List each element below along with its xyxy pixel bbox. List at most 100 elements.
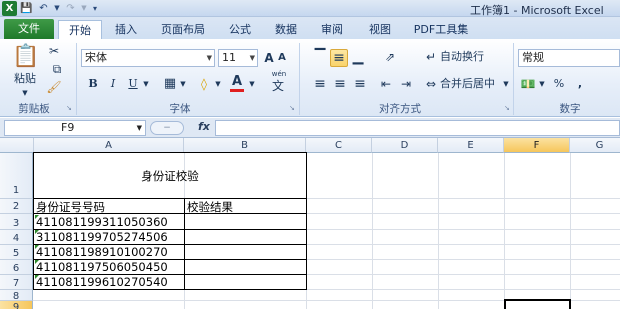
column-header-b[interactable]: B xyxy=(184,138,306,153)
wrap-text-button[interactable]: 自动换行 xyxy=(440,49,496,65)
tab-file[interactable]: 文件 xyxy=(4,19,54,39)
tab-data[interactable]: 数据 xyxy=(268,20,304,39)
chevron-down-icon[interactable]: ▼ xyxy=(141,76,151,92)
wrap-text-icon[interactable]: ↵ xyxy=(424,49,438,65)
active-cell-f9[interactable] xyxy=(504,299,571,309)
row-header-4[interactable]: 4 xyxy=(0,230,33,245)
error-indicator-icon[interactable] xyxy=(35,245,39,249)
align-top-icon[interactable]: ▔ xyxy=(312,49,328,65)
id-cell[interactable]: 411081199311050360 xyxy=(36,215,168,229)
shrink-font-button[interactable]: A xyxy=(276,50,288,66)
row-header-7[interactable]: 7 xyxy=(0,275,33,290)
orientation-icon[interactable]: ⇗ xyxy=(380,49,400,65)
formula-input[interactable] xyxy=(215,120,620,136)
comma-button[interactable]: , xyxy=(574,76,586,92)
tab-insert[interactable]: 插入 xyxy=(108,20,144,39)
borders-icon[interactable]: ▦ xyxy=(162,76,178,92)
number-format-select[interactable]: 常规 xyxy=(518,49,620,67)
chevron-down-icon[interactable]: ▼ xyxy=(18,85,32,101)
id-cell[interactable]: 311081199705274506 xyxy=(36,230,168,244)
row-header-9[interactable]: 9 xyxy=(0,301,33,309)
alignment-launcher-icon[interactable]: ↘ xyxy=(504,104,510,112)
insert-function-button[interactable]: fx xyxy=(198,120,210,133)
chevron-down-icon[interactable]: ▼ xyxy=(247,76,257,92)
fill-color-icon[interactable]: ◊ xyxy=(196,76,212,92)
percent-button[interactable]: % xyxy=(552,76,566,92)
undo-icon[interactable]: ↶ xyxy=(36,1,51,16)
italic-button[interactable]: I xyxy=(106,76,120,92)
row-header-5[interactable]: 5 xyxy=(0,245,33,260)
merge-center-button[interactable]: 合并后居中 xyxy=(440,76,504,92)
align-center-icon[interactable]: ≡ xyxy=(332,76,348,92)
currency-icon[interactable]: 💵 xyxy=(520,76,536,92)
row-header-8[interactable]: 8 xyxy=(0,290,33,302)
id-cell[interactable]: 411081198910100270 xyxy=(36,245,168,259)
id-cell[interactable]: 411081197506050450 xyxy=(36,260,168,274)
save-icon[interactable]: 💾 xyxy=(19,1,34,16)
underline-button[interactable]: U xyxy=(126,76,140,92)
chevron-down-icon[interactable]: ▼ xyxy=(80,1,88,16)
header-id-number[interactable]: 身份证号号码 xyxy=(36,199,105,215)
tab-review[interactable]: 审阅 xyxy=(314,20,350,39)
row-header-1[interactable]: 1 xyxy=(0,153,33,199)
row-header-6[interactable]: 6 xyxy=(0,260,33,275)
align-middle-icon[interactable]: ≡ xyxy=(330,49,348,67)
chevron-down-icon[interactable]: ▼ xyxy=(207,50,212,66)
select-all-corner[interactable] xyxy=(0,138,34,153)
font-size-select[interactable]: 11 ▼ xyxy=(218,49,258,67)
chevron-down-icon[interactable]: ▼ xyxy=(213,76,223,92)
paste-icon[interactable]: 📋 xyxy=(12,43,39,71)
merge-center-icon[interactable]: ⇔ xyxy=(424,76,438,92)
table-title[interactable]: 身份证校验 xyxy=(34,168,306,184)
customize-qat-icon[interactable]: ▾ xyxy=(90,1,100,16)
id-cell[interactable]: 411081199610270540 xyxy=(36,275,168,289)
clipboard-launcher-icon[interactable]: ↘ xyxy=(66,104,72,112)
chevron-down-icon[interactable]: ▼ xyxy=(178,76,188,92)
copy-icon[interactable]: ⧉ xyxy=(46,61,68,77)
chevron-down-icon[interactable]: ▼ xyxy=(53,1,61,16)
font-launcher-icon[interactable]: ↘ xyxy=(289,104,295,112)
column-header-e[interactable]: E xyxy=(438,138,504,153)
align-right-icon[interactable]: ≡ xyxy=(352,76,368,92)
grid-line xyxy=(372,153,373,309)
font-name-select[interactable]: 宋体 ▼ xyxy=(81,49,215,67)
error-indicator-icon[interactable] xyxy=(35,215,39,219)
chevron-down-icon[interactable]: ▼ xyxy=(137,121,142,135)
number-format-value: 常规 xyxy=(522,51,544,64)
cut-icon[interactable]: ✂ xyxy=(46,43,62,59)
grow-font-button[interactable]: A xyxy=(262,50,276,66)
error-indicator-icon[interactable] xyxy=(35,230,39,234)
header-check-result[interactable]: 校验结果 xyxy=(187,199,233,215)
error-indicator-icon[interactable] xyxy=(35,275,39,279)
tab-pdf-tools[interactable]: PDF工具集 xyxy=(408,20,474,39)
chevron-down-icon[interactable]: ▼ xyxy=(501,76,511,92)
font-group-label: 字体 xyxy=(169,103,191,115)
tab-page-layout[interactable]: 页面布局 xyxy=(152,20,214,39)
tab-home[interactable]: 开始 xyxy=(58,20,102,39)
zoom-slider-icon[interactable]: − xyxy=(150,121,184,135)
chevron-down-icon[interactable]: ▼ xyxy=(250,50,255,66)
bold-button[interactable]: B xyxy=(86,76,100,92)
quick-access-toolbar: X 💾 ↶ ▼ ↷ ▼ ▾ xyxy=(2,1,100,16)
align-bottom-icon[interactable]: ▁ xyxy=(350,49,366,65)
redo-icon[interactable]: ↷ xyxy=(63,1,78,16)
row-header-3[interactable]: 3 xyxy=(0,214,33,230)
excel-logo-icon[interactable]: X xyxy=(2,1,17,16)
format-painter-icon[interactable]: 🖌 xyxy=(46,79,62,95)
row-header-2[interactable]: 2 xyxy=(0,199,33,214)
column-header-a[interactable]: A xyxy=(34,138,184,153)
increase-indent-icon[interactable]: ⇥ xyxy=(398,76,414,92)
column-header-g[interactable]: G xyxy=(570,138,620,153)
font-color-button[interactable]: A xyxy=(230,75,244,92)
column-header-d[interactable]: D xyxy=(372,138,438,153)
column-header-c[interactable]: C xyxy=(306,138,372,153)
decrease-indent-icon[interactable]: ⇤ xyxy=(378,76,394,92)
worksheet-grid[interactable]: A B C D E F G 1 2 3 4 5 6 7 8 9 身份证校验 身份… xyxy=(0,138,620,309)
column-header-f[interactable]: F xyxy=(504,138,570,153)
name-box[interactable]: F9 ▼ xyxy=(4,120,146,136)
error-indicator-icon[interactable] xyxy=(35,260,39,264)
tab-formulas[interactable]: 公式 xyxy=(222,20,258,39)
tab-view[interactable]: 视图 xyxy=(362,20,398,39)
align-left-icon[interactable]: ≡ xyxy=(312,76,328,92)
chevron-down-icon[interactable]: ▼ xyxy=(537,76,547,92)
